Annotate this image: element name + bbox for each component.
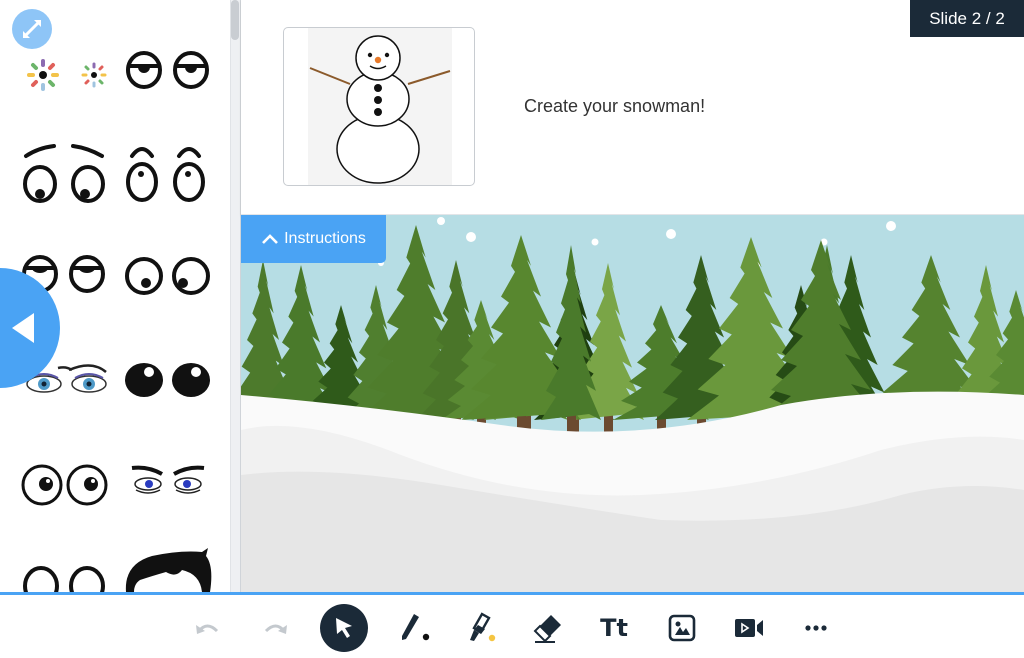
snowflake — [466, 232, 476, 242]
sticker-shiny-black-eyes[interactable] — [120, 355, 215, 405]
snowflake — [886, 221, 896, 231]
image-tool-button[interactable] — [658, 604, 706, 652]
undo-button[interactable] — [184, 604, 232, 652]
redo-icon — [264, 624, 287, 634]
expand-arrows-icon — [23, 20, 41, 38]
sticker-sleepy-eyes[interactable] — [120, 40, 215, 100]
video-icon — [735, 619, 763, 637]
snowflake — [437, 217, 445, 225]
sidebar-scrollbar-thumb[interactable] — [231, 0, 239, 40]
text-tool-button[interactable]: Tt — [590, 604, 638, 652]
drawing-toolbar: Tt — [0, 595, 1024, 658]
text-tool-label: Tt — [600, 614, 628, 642]
sticker-black-hair[interactable] — [122, 548, 214, 592]
highlighter-tool-button[interactable] — [458, 604, 506, 652]
pen-icon — [402, 614, 430, 641]
snowman-image — [308, 28, 452, 185]
highlighter-icon — [470, 612, 496, 642]
sticker-rainbow-eye-large[interactable] — [18, 45, 68, 105]
slide-indicator: Slide 2 / 2 — [910, 0, 1024, 37]
instructions-label: Instructions — [284, 230, 366, 247]
image-icon — [668, 614, 696, 642]
more-options-button[interactable] — [792, 604, 840, 652]
cursor-icon — [336, 618, 352, 638]
slide-prompt: Create your snowman! — [524, 96, 706, 116]
video-tool-button[interactable] — [725, 604, 773, 652]
sticker-rainbow-eye-small[interactable] — [72, 45, 117, 105]
sidebar-scrollbar[interactable] — [230, 0, 240, 592]
sticker-sad-eyes-with-brows[interactable] — [18, 140, 113, 205]
more-dots-icon — [805, 625, 827, 631]
instructions-toggle-button[interactable]: Instructions — [241, 215, 386, 263]
snowman-image-card[interactable] — [283, 27, 475, 186]
winter-forest-background — [241, 215, 1024, 592]
undo-icon — [196, 624, 219, 634]
expand-button[interactable] — [12, 9, 52, 49]
select-tool-button[interactable] — [320, 604, 368, 652]
chevron-up-icon — [262, 234, 279, 244]
app: Create your snowman! Slide 2 / 2 Instruc… — [0, 0, 1024, 658]
sticker-surprised-eyes-with-brows[interactable] — [120, 140, 215, 205]
sticker-googly-eyes[interactable] — [18, 460, 113, 510]
snowflake — [666, 229, 676, 239]
sticker-bottom-half-eyes[interactable] — [18, 562, 113, 592]
sticker-angry-blue-eyes[interactable] — [128, 462, 208, 502]
slide-header: Create your snowman! — [241, 0, 1024, 215]
redo-button[interactable] — [251, 604, 299, 652]
snowflake — [591, 238, 599, 246]
triangle-left-icon — [12, 313, 34, 343]
sticker-side-glance-eyes[interactable] — [120, 250, 215, 300]
eraser-tool-button[interactable] — [524, 604, 572, 652]
eraser-icon — [533, 615, 561, 643]
pen-tool-button[interactable] — [392, 604, 440, 652]
